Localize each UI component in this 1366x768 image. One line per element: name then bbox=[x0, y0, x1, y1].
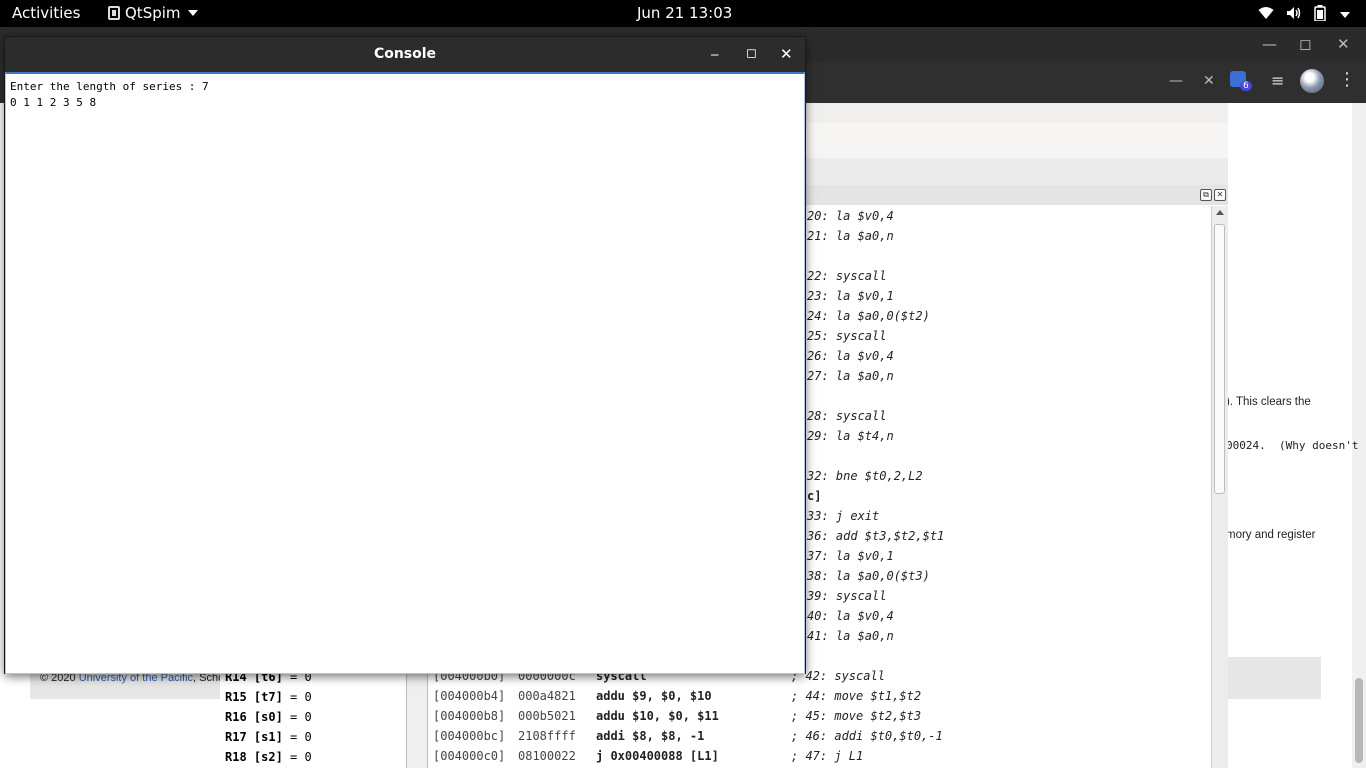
dock-float-icon[interactable]: ⧉ bbox=[1200, 189, 1212, 201]
instr-address: [004000c0] bbox=[433, 749, 506, 763]
register-row: R16 [s0] = 0 bbox=[225, 710, 312, 724]
register-row: R15 [t7] = 0 bbox=[225, 690, 312, 704]
text-segment-line: 41: la $a0,n bbox=[807, 629, 894, 643]
register-name: R16 bbox=[225, 710, 247, 724]
instr-text: addi $8, $8, -1 bbox=[596, 729, 705, 743]
chevron-down-icon bbox=[187, 10, 198, 16]
instr-text: addu $9, $0, $10 bbox=[596, 689, 712, 703]
profile-avatar[interactable] bbox=[1300, 69, 1324, 93]
console-line: 0 1 1 2 3 5 8 bbox=[10, 96, 97, 109]
instr-hex: 000b5021 bbox=[518, 709, 576, 723]
register-value: 0 bbox=[304, 750, 312, 764]
text-segment-line: 38: la $a0,0($t3) bbox=[807, 569, 930, 583]
console-title: Console bbox=[373, 46, 437, 62]
browser-maximize-icon[interactable]: ◻ bbox=[1299, 35, 1311, 53]
page-text-2: 00024. (Why doesn't bbox=[1226, 439, 1359, 452]
top-bar: Activities QtSpim Jun 21 13:03 bbox=[0, 0, 1366, 27]
text-segment-line: 24: la $a0,0($t2) bbox=[807, 309, 930, 323]
close-icon[interactable]: ✕ bbox=[780, 46, 793, 62]
register-row: R17 [s1] = 0 bbox=[225, 730, 312, 744]
battery-icon bbox=[1314, 5, 1326, 25]
text-segment-line: 28: syscall bbox=[807, 409, 887, 423]
text-segment-line: 39: syscall bbox=[807, 589, 887, 603]
register-alias: [s2] bbox=[253, 750, 283, 764]
wifi-icon bbox=[1258, 6, 1274, 24]
instr-comment: ; 44: move $t1,$t2 bbox=[791, 689, 922, 703]
register-name: R17 bbox=[225, 730, 247, 744]
instr-comment: ; 47: j L1 bbox=[791, 749, 864, 763]
instr-hex: 000a4821 bbox=[518, 689, 576, 703]
console-titlebar: Console ⎯ ◻ ✕ bbox=[5, 37, 805, 72]
register-alias: [s1] bbox=[253, 730, 283, 744]
text-segment-line: 20: la $v0,4 bbox=[807, 209, 894, 223]
text-segment-line: 40: la $v0,4 bbox=[807, 609, 894, 623]
text-segment-scrollbar[interactable] bbox=[1211, 206, 1228, 768]
instr-text: addu $10, $0, $11 bbox=[596, 709, 719, 723]
text-segment-line: 37: la $v0,1 bbox=[807, 549, 894, 563]
register-alias: [t7] bbox=[253, 690, 283, 704]
text-segment-line: 23: la $v0,1 bbox=[807, 289, 894, 303]
text-segment-line: c] bbox=[807, 489, 822, 503]
extension-badge-count: 6 bbox=[1240, 81, 1252, 91]
register-name: R15 bbox=[225, 690, 247, 704]
instr-hex: 08100022 bbox=[518, 749, 576, 763]
activities-button[interactable]: Activities bbox=[12, 4, 80, 22]
dock-close-icon[interactable]: ✕ bbox=[1214, 189, 1226, 201]
text-segment-line: 36: add $t3,$t2,$t1 bbox=[807, 529, 945, 543]
console-output[interactable]: Enter the length of series : 7 0 1 1 2 3 … bbox=[5, 72, 805, 674]
system-tray[interactable] bbox=[1258, 5, 1350, 25]
instr-address: [004000b4] bbox=[433, 689, 506, 703]
instr-comment: ; 46: addi $t0,$t0,-1 bbox=[791, 729, 943, 743]
browser-close-icon[interactable]: ✕ bbox=[1337, 35, 1350, 53]
text-segment-line: 32: bne $t0,2,L2 bbox=[807, 469, 923, 483]
register-value: 0 bbox=[304, 710, 312, 724]
maximize-icon[interactable]: ◻ bbox=[746, 46, 757, 62]
browser-minimize-icon[interactable]: — bbox=[1262, 35, 1277, 53]
register-row: R18 [s2] = 0 bbox=[225, 750, 312, 764]
volume-icon bbox=[1286, 6, 1302, 24]
instr-text: j 0x00400088 [L1] bbox=[596, 749, 719, 763]
instr-address: [004000b8] bbox=[433, 709, 506, 723]
page-text-3: mory and register bbox=[1226, 529, 1316, 541]
text-segment-line: 27: la $a0,n bbox=[807, 369, 894, 383]
text-segment-line: 33: j exit bbox=[807, 509, 880, 523]
instr-hex: 2108ffff bbox=[518, 729, 576, 743]
text-segment-line: 29: la $t4,n bbox=[807, 429, 894, 443]
system-menu-chevron-icon bbox=[1340, 12, 1350, 18]
text-segment-line: 22: syscall bbox=[807, 269, 887, 283]
register-value: 0 bbox=[304, 690, 312, 704]
clock[interactable]: Jun 21 13:03 bbox=[637, 4, 732, 22]
more-menu-icon[interactable]: ⋮ bbox=[1338, 69, 1356, 90]
text-segment-line: 21: la $a0,n bbox=[807, 229, 894, 243]
extension-icon[interactable]: 6 bbox=[1230, 71, 1252, 91]
instr-comment: ; 45: move $t2,$t3 bbox=[791, 709, 922, 723]
text-segment-line: 26: la $v0,4 bbox=[807, 349, 894, 363]
panel-close-icon[interactable]: ✕ bbox=[1203, 73, 1215, 89]
register-alias: [s0] bbox=[253, 710, 283, 724]
media-queue-icon[interactable]: ≡ bbox=[1271, 71, 1284, 90]
console-window: Console ⎯ ◻ ✕ Enter the length of series… bbox=[5, 37, 805, 674]
instr-address: [004000bc] bbox=[433, 729, 506, 743]
page-text-1: ). This clears the bbox=[1226, 396, 1311, 408]
app-icon bbox=[108, 6, 120, 20]
register-value: 0 bbox=[304, 730, 312, 744]
console-line: Enter the length of series : 7 bbox=[10, 80, 209, 93]
instr-comment: ; 42: syscall bbox=[791, 669, 885, 683]
panel-minimize-icon[interactable]: — bbox=[1169, 73, 1183, 89]
text-segment-line: 25: syscall bbox=[807, 329, 887, 343]
minimize-icon[interactable]: ⎯ bbox=[711, 46, 719, 62]
register-name: R18 bbox=[225, 750, 247, 764]
page-scrollbar[interactable] bbox=[1352, 103, 1366, 768]
app-menu[interactable]: QtSpim bbox=[108, 4, 198, 22]
app-menu-label: QtSpim bbox=[125, 4, 181, 22]
